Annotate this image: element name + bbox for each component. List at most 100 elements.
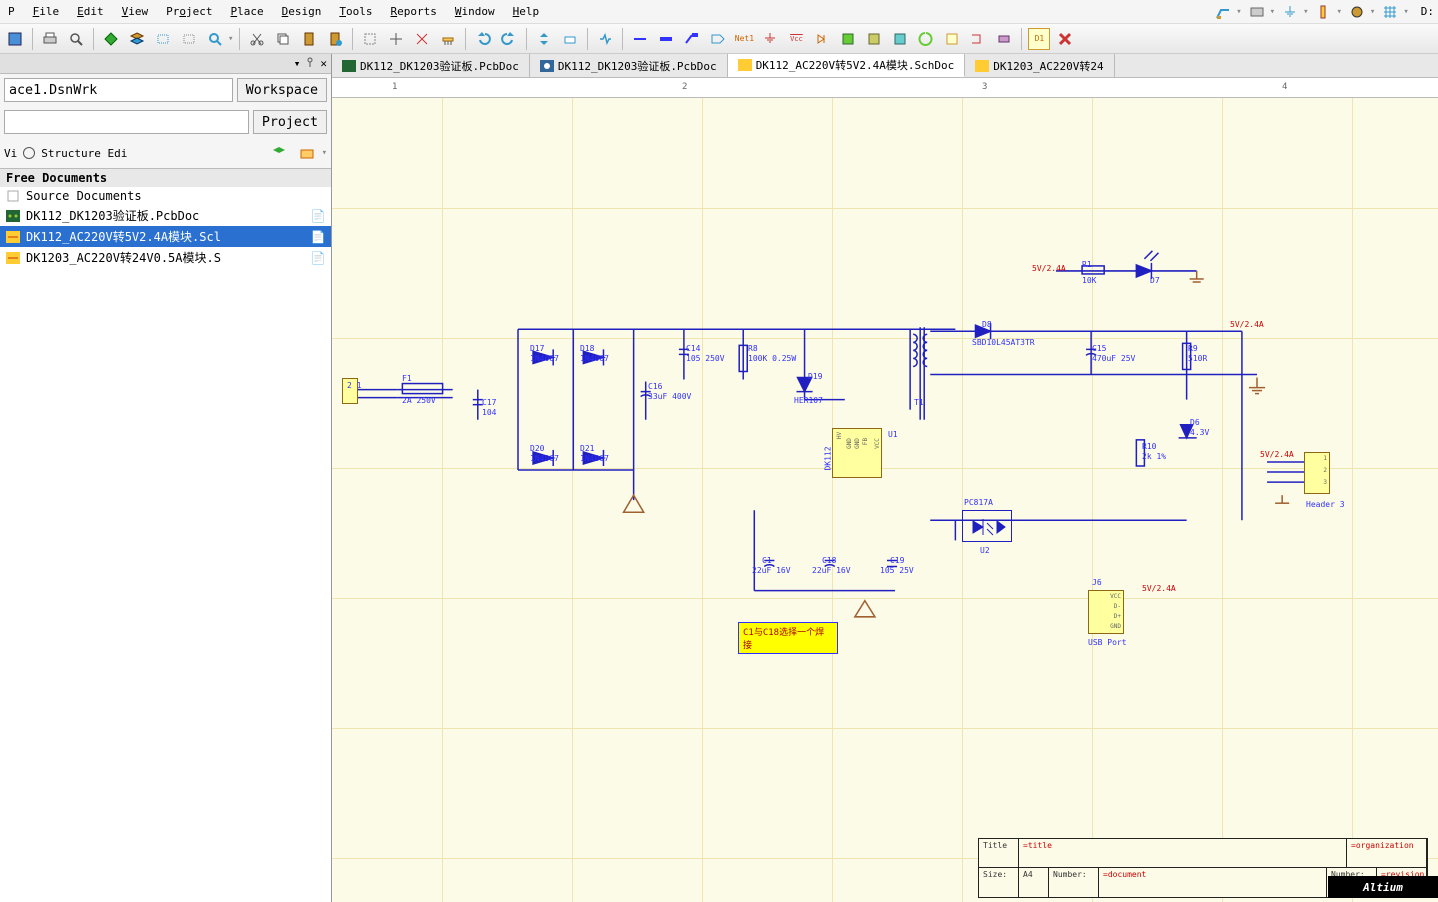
label-d21v: 1N4007 — [580, 454, 609, 463]
tool-folder-icon[interactable] — [296, 142, 318, 164]
menu-tools[interactable]: Tools — [339, 5, 372, 18]
tool-diode-icon[interactable] — [1346, 1, 1368, 23]
label-d19v: HER107 — [794, 396, 823, 405]
menu-file[interactable]: File — [33, 5, 60, 18]
tool-netarrow-icon[interactable] — [707, 28, 729, 50]
doc-icon: 📄 — [311, 251, 325, 265]
label-u1: U1 — [888, 430, 898, 439]
tool-cut-icon[interactable] — [246, 28, 268, 50]
tool-clean-icon[interactable] — [437, 28, 459, 50]
tree-file-sch-selected[interactable]: DK112_AC220V转5V2.4A模块.Scl 📄 — [0, 226, 331, 247]
menu-window[interactable]: Window — [455, 5, 495, 18]
tool-annotate-icon[interactable]: D1 — [1028, 28, 1050, 50]
project-tree[interactable]: Free Documents Source Documents DK112_DK… — [0, 168, 331, 902]
tree-group[interactable]: Source Documents — [0, 187, 331, 205]
label-c17v: 104 — [482, 408, 496, 417]
label-c1v: 22uF 16V — [752, 566, 791, 575]
label-c19v: 105 25V — [880, 566, 914, 575]
tool-preview-icon[interactable] — [65, 28, 87, 50]
tab-pcb2[interactable]: DK112_DK1203验证板.PcbDoc — [530, 54, 728, 77]
tree-file-label: DK112_DK1203验证板.PcbDoc — [26, 207, 199, 224]
tool-sheet-icon[interactable] — [837, 28, 859, 50]
tool-move-icon[interactable] — [385, 28, 407, 50]
tree-file-pcb[interactable]: DK112_DK1203验证板.PcbDoc 📄 — [0, 205, 331, 226]
label-r8: R8 — [748, 344, 758, 353]
menu-edit[interactable]: Edit — [77, 5, 104, 18]
tree-file-sch[interactable]: DK1203_AC220V转24V0.5A模块.S 📄 — [0, 247, 331, 268]
menu-place[interactable]: Place — [231, 5, 264, 18]
menu-reports[interactable]: Reports — [391, 5, 437, 18]
tool-recycle-icon[interactable] — [915, 28, 937, 50]
tool-diode2-icon[interactable] — [811, 28, 833, 50]
panel-close-icon[interactable]: ✕ — [320, 57, 327, 70]
tool-layers-icon[interactable] — [126, 28, 148, 50]
menu-project[interactable]: Project — [166, 5, 212, 18]
tool-gnd2-icon[interactable] — [759, 28, 781, 50]
tool-undo-icon[interactable] — [472, 28, 494, 50]
label-d7: D7 — [1150, 276, 1160, 285]
viewmode-radio[interactable] — [23, 147, 35, 159]
tool-rect2-icon[interactable] — [178, 28, 200, 50]
tab-label: DK112_DK1203验证板.PcbDoc — [360, 58, 519, 74]
panel-pin-icon[interactable] — [304, 56, 316, 71]
netlabel-3: 5V/2.4A — [1260, 450, 1294, 459]
schematic-canvas[interactable]: 37% ↓ 0K/s 1 2 3 4 — [332, 78, 1438, 902]
tool-grid-icon[interactable] — [1379, 1, 1401, 23]
workspace-button[interactable]: Workspace — [237, 78, 327, 102]
tool-bus-icon[interactable] — [655, 28, 677, 50]
tool-redo-icon[interactable] — [498, 28, 520, 50]
tool-device-icon[interactable] — [889, 28, 911, 50]
tool-print-icon[interactable] — [1246, 1, 1268, 23]
tool-wire-icon[interactable] — [629, 28, 651, 50]
header-j4: 1 2 3 — [1304, 452, 1330, 494]
tool-paste-special-icon[interactable] — [324, 28, 346, 50]
editor-area: DK112_DK1203验证板.PcbDoc DK112_DK1203验证板.P… — [332, 54, 1438, 902]
workspace-input[interactable] — [4, 78, 233, 102]
panel-dropdown-icon[interactable]: ▾ — [294, 57, 301, 70]
viewmode-label-right: Structure Edi — [41, 147, 127, 160]
menu-dxp[interactable]: P — [8, 5, 15, 18]
ruler: 1 2 3 4 — [332, 78, 1438, 98]
menu-view[interactable]: View — [122, 5, 149, 18]
tool-compile-icon[interactable] — [100, 28, 122, 50]
tool-sheet-entry-icon[interactable] — [863, 28, 885, 50]
menu-dxp-right[interactable]: D: — [1421, 5, 1434, 18]
project-display[interactable] — [4, 110, 249, 134]
tool-part-icon[interactable] — [594, 28, 616, 50]
tool-layer-icon[interactable] — [1212, 1, 1234, 23]
label-d6v: 4.3V — [1190, 428, 1209, 437]
tool-res-icon[interactable] — [1312, 1, 1334, 23]
tab-sch2[interactable]: DK1203_AC220V转24 — [965, 54, 1114, 77]
tool-deselect-icon[interactable] — [411, 28, 433, 50]
tool-printer-icon[interactable] — [39, 28, 61, 50]
tool-refresh-icon[interactable] — [268, 142, 290, 164]
tool-vcc-icon[interactable]: Vcc — [785, 28, 807, 50]
tab-pcb1[interactable]: DK112_DK1203验证板.PcbDoc — [332, 54, 530, 77]
tool-paste-icon[interactable] — [298, 28, 320, 50]
label-r10: R10 — [1142, 442, 1156, 451]
tool-netlabel-icon[interactable]: Net1 — [733, 28, 755, 50]
label-d19: D19 — [808, 372, 822, 381]
tool-updown-icon[interactable] — [533, 28, 555, 50]
tool-find-icon[interactable] — [204, 28, 226, 50]
sch-icon — [6, 230, 20, 244]
tool-hier-icon[interactable] — [559, 28, 581, 50]
project-button[interactable]: Project — [253, 110, 327, 134]
tool-note-icon[interactable] — [941, 28, 963, 50]
tool-gnd-icon[interactable] — [1279, 1, 1301, 23]
schematic-sheet[interactable]: 2 1 1 2 3 VCC D- D+ GND J6 USB — [332, 98, 1438, 902]
tool-select-icon[interactable] — [359, 28, 381, 50]
tab-sch-active[interactable]: DK112_AC220V转5V2.4A模块.SchDoc — [728, 54, 966, 77]
label-d17: D17 — [530, 344, 544, 353]
tool-busj-icon[interactable] — [681, 28, 703, 50]
tool-harness-icon[interactable] — [993, 28, 1015, 50]
document-tabs: DK112_DK1203验证板.PcbDoc DK112_DK1203验证板.P… — [332, 54, 1438, 78]
menu-help[interactable]: Help — [513, 5, 540, 18]
tool-copy-icon[interactable] — [272, 28, 294, 50]
label-d6: D6 — [1190, 418, 1200, 427]
tool-save-icon[interactable] — [4, 28, 26, 50]
tool-port-icon[interactable] — [967, 28, 989, 50]
tool-close-icon[interactable] — [1054, 28, 1076, 50]
tool-rect-icon[interactable] — [152, 28, 174, 50]
menu-design[interactable]: Design — [282, 5, 322, 18]
